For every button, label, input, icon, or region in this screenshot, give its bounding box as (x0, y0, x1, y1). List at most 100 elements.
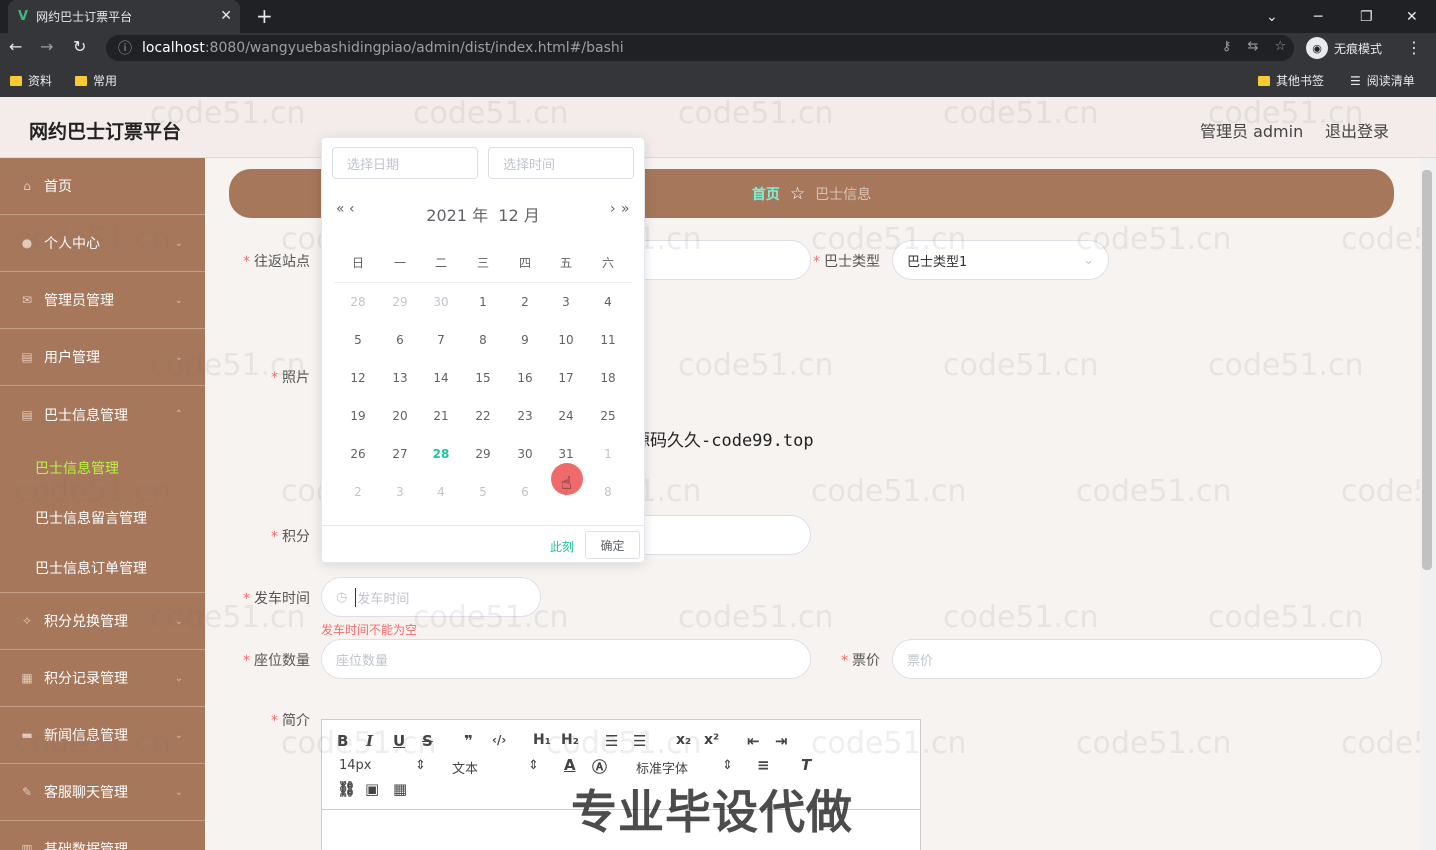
underline-icon[interactable]: U (393, 732, 405, 750)
picker-year[interactable]: 2021 年 (426, 206, 488, 225)
back-icon[interactable]: ← (9, 37, 22, 56)
bookmark-folder[interactable]: 资料 (10, 72, 52, 89)
calendar-day[interactable]: 1 (468, 295, 498, 309)
calendar-day[interactable]: 11 (593, 333, 623, 347)
browser-menu-icon[interactable]: ⋮ (1406, 38, 1422, 57)
clear-format-icon[interactable]: T (801, 756, 811, 774)
font-size-select[interactable]: 14px ⇕ (339, 758, 426, 773)
forward-icon[interactable]: → (40, 37, 53, 56)
text-style-select[interactable]: 文本 ⇕ (452, 758, 539, 777)
sidebar-item-profile[interactable]: ● 个人中心 ⌄ (0, 215, 205, 272)
calendar-day[interactable]: 18 (593, 371, 623, 385)
next-year-icon[interactable]: » (621, 201, 630, 217)
sidebar-item-points-exchange[interactable]: ✧ 积分兑换管理 ⌄ (0, 593, 205, 650)
calendar-day[interactable]: 9 (510, 333, 540, 347)
calendar-day[interactable]: 27 (385, 447, 415, 461)
seats-input[interactable]: 座位数量 (321, 639, 811, 679)
calendar-day[interactable]: 29 (468, 447, 498, 461)
calendar-day[interactable]: 4 (426, 485, 456, 499)
bookmark-star-icon[interactable]: ☆ (1274, 39, 1286, 54)
sidebar-subitem-bus-messages[interactable]: 巴士信息留言管理 (0, 493, 205, 543)
picker-time-input[interactable]: 选择时间 (488, 147, 634, 179)
key-icon[interactable]: ⚷ (1222, 39, 1232, 54)
calendar-day[interactable]: 14 (426, 371, 456, 385)
calendar-day[interactable]: 29 (385, 295, 415, 309)
calendar-day[interactable]: 6 (385, 333, 415, 347)
video-icon[interactable]: ▦ (393, 780, 407, 798)
picker-date-input[interactable]: 选择日期 (332, 147, 478, 179)
superscript-icon[interactable]: x² (704, 732, 719, 748)
header2-icon[interactable]: H₂ (561, 732, 579, 748)
sidebar-subitem-bus-info[interactable]: 巴士信息管理 (0, 443, 205, 493)
calendar-day[interactable]: 4 (593, 295, 623, 309)
calendar-day[interactable]: 30 (510, 447, 540, 461)
sidebar-item-bus-info[interactable]: ▤ 巴士信息管理 ⌃ (0, 386, 205, 443)
url-input[interactable]: ⓘ localhost :8080/wangyuebashidingpiao/a… (106, 35, 1294, 61)
bookmark-folder[interactable]: 常用 (75, 72, 117, 89)
calendar-day[interactable]: 25 (593, 409, 623, 423)
next-month-icon[interactable]: › (610, 201, 616, 217)
link-icon[interactable]: ⛓ (337, 780, 356, 798)
sidebar-item-home[interactable]: ⌂ 首页 (0, 158, 205, 215)
calendar-day[interactable]: 23 (510, 409, 540, 423)
calendar-day[interactable]: 16 (510, 371, 540, 385)
reading-list[interactable]: ☰ 阅读清单 (1350, 72, 1415, 89)
reload-icon[interactable]: ↻ (73, 37, 86, 56)
departure-input[interactable]: ◷ 发车时间 (321, 577, 541, 617)
sidebar-item-news[interactable]: ▬ 新闻信息管理 ⌄ (0, 707, 205, 764)
site-info-icon[interactable]: ⓘ (118, 38, 132, 58)
outdent-icon[interactable]: ⇤ (747, 732, 760, 750)
calendar-day[interactable]: 19 (343, 409, 373, 423)
calendar-day[interactable]: 5 (343, 333, 373, 347)
font-family-select[interactable]: 标准字体 ⇕ (636, 758, 733, 777)
sidebar-item-chat[interactable]: ✎ 客服聊天管理 ⌄ (0, 764, 205, 821)
bus-type-select[interactable]: 巴士类型1 ⌄ (892, 240, 1109, 280)
bullet-list-icon[interactable]: ☰ (633, 732, 646, 750)
calendar-day[interactable]: 15 (468, 371, 498, 385)
minimize-icon[interactable]: ─ (1314, 0, 1322, 33)
calendar-day[interactable]: 8 (468, 333, 498, 347)
other-bookmarks[interactable]: 其他书签 (1258, 72, 1324, 89)
calendar-day[interactable]: 21 (426, 409, 456, 423)
background-color-icon[interactable]: Ⓐ (592, 756, 607, 777)
align-icon[interactable]: ≡ (757, 756, 770, 774)
header1-icon[interactable]: H₁ (533, 732, 551, 748)
tab-search-icon[interactable]: ⌄ (1266, 0, 1278, 33)
translate-icon[interactable]: ⇆ (1247, 39, 1258, 54)
sidebar-item-points-records[interactable]: ▦ 积分记录管理 ⌄ (0, 650, 205, 707)
calendar-day[interactable]: 1 (593, 447, 623, 461)
calendar-day[interactable]: 12 (343, 371, 373, 385)
incognito-profile[interactable]: ◉ 无痕模式 (1306, 36, 1382, 60)
calendar-day[interactable]: 13 (385, 371, 415, 385)
indent-icon[interactable]: ⇥ (775, 732, 788, 750)
new-tab-button[interactable]: + (256, 4, 273, 28)
sidebar-item-admins[interactable]: ✉ 管理员管理 ⌄ (0, 272, 205, 329)
calendar-day[interactable]: 2 (343, 485, 373, 499)
calendar-day[interactable]: 3 (385, 485, 415, 499)
blockquote-icon[interactable]: ❞ (464, 732, 473, 750)
calendar-day[interactable]: 5 (468, 485, 498, 499)
calendar-day[interactable]: 6 (510, 485, 540, 499)
sidebar-subitem-bus-orders[interactable]: 巴士信息订单管理 (0, 543, 205, 593)
calendar-day[interactable]: 24 (551, 409, 581, 423)
strike-icon[interactable]: S (422, 732, 433, 750)
calendar-day[interactable]: 7 (426, 333, 456, 347)
scrollbar-thumb[interactable] (1422, 170, 1432, 570)
tab-close-icon[interactable]: ✕ (220, 8, 232, 24)
logout-link[interactable]: 退出登录 (1325, 118, 1389, 142)
calendar-day[interactable]: 28 (426, 447, 456, 461)
calendar-day[interactable]: 22 (468, 409, 498, 423)
calendar-day[interactable]: 20 (385, 409, 415, 423)
confirm-button[interactable]: 确定 (585, 531, 640, 559)
calendar-day[interactable]: 10 (551, 333, 581, 347)
code-icon[interactable]: ‹/› (492, 733, 506, 747)
calendar-day[interactable]: 28 (343, 295, 373, 309)
sidebar-item-users[interactable]: ▤ 用户管理 ⌄ (0, 329, 205, 386)
calendar-day[interactable]: 31 (551, 447, 581, 461)
sidebar-item-base-data[interactable]: ▥ 基础数据管理 (0, 821, 205, 850)
calendar-day[interactable]: 30 (426, 295, 456, 309)
calendar-day[interactable]: 17 (551, 371, 581, 385)
ordered-list-icon[interactable]: ☰ (605, 732, 618, 750)
calendar-day[interactable]: 26 (343, 447, 373, 461)
bold-icon[interactable]: B (337, 732, 348, 750)
